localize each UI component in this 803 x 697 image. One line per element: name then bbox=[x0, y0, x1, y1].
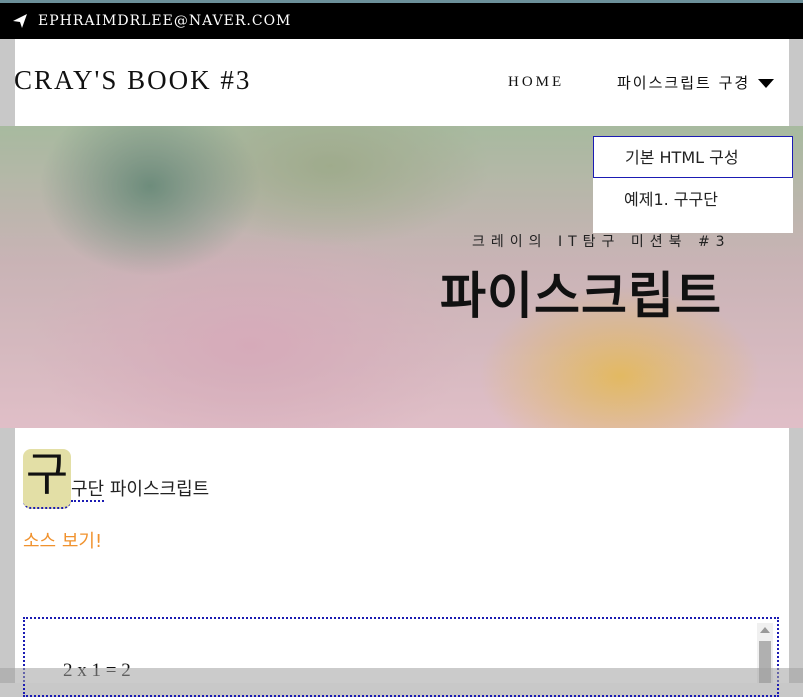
site-header: CRAY'S BOOK #3 HOME 파이스크립트 구경 bbox=[14, 39, 789, 126]
heading-rest-text: 파이스크립트 bbox=[104, 479, 210, 500]
nav-dropdown-menu: 기본 HTML 구성 예제1. 구구단 bbox=[593, 136, 793, 233]
nav-pyscript-label: 파이스크립트 구경 bbox=[617, 74, 751, 92]
site-brand[interactable]: CRAY'S BOOK #3 bbox=[14, 65, 251, 96]
window-bottom-edge bbox=[0, 668, 803, 683]
paper-plane-icon bbox=[13, 14, 27, 28]
scroll-up-arrow-icon[interactable] bbox=[760, 627, 770, 633]
output-box[interactable]: 2 x 1 = 2 bbox=[23, 617, 779, 697]
heading-dropcap: 구 bbox=[23, 449, 71, 509]
main-content: 구구단 파이스크립트 소스 보기! 2 x 1 = 2 bbox=[15, 428, 789, 697]
contact-email[interactable]: EPHRAIMDRLEE@NAVER.COM bbox=[38, 13, 291, 29]
view-source-link[interactable]: 소스 보기! bbox=[23, 527, 102, 553]
caret-down-icon bbox=[758, 79, 775, 88]
dropdown-item-gugudan[interactable]: 예제1. 구구단 bbox=[593, 179, 793, 221]
dropdown-item-basic-html[interactable]: 기본 HTML 구성 bbox=[593, 136, 793, 178]
section-heading: 구 구단 파이스크립트 bbox=[23, 449, 209, 509]
heading-underlined-text: 구단 bbox=[71, 479, 105, 502]
top-bar: EPHRAIMDRLEE@NAVER.COM bbox=[0, 0, 803, 39]
nav-pyscript-menu[interactable]: 파이스크립트 구경 bbox=[617, 72, 775, 93]
nav-home-link[interactable]: HOME bbox=[508, 74, 564, 91]
hero-subtitle: 크레이의 IT탐구 미션북 #3 bbox=[472, 234, 731, 250]
hero-title: 파이스크립트 bbox=[440, 267, 722, 325]
